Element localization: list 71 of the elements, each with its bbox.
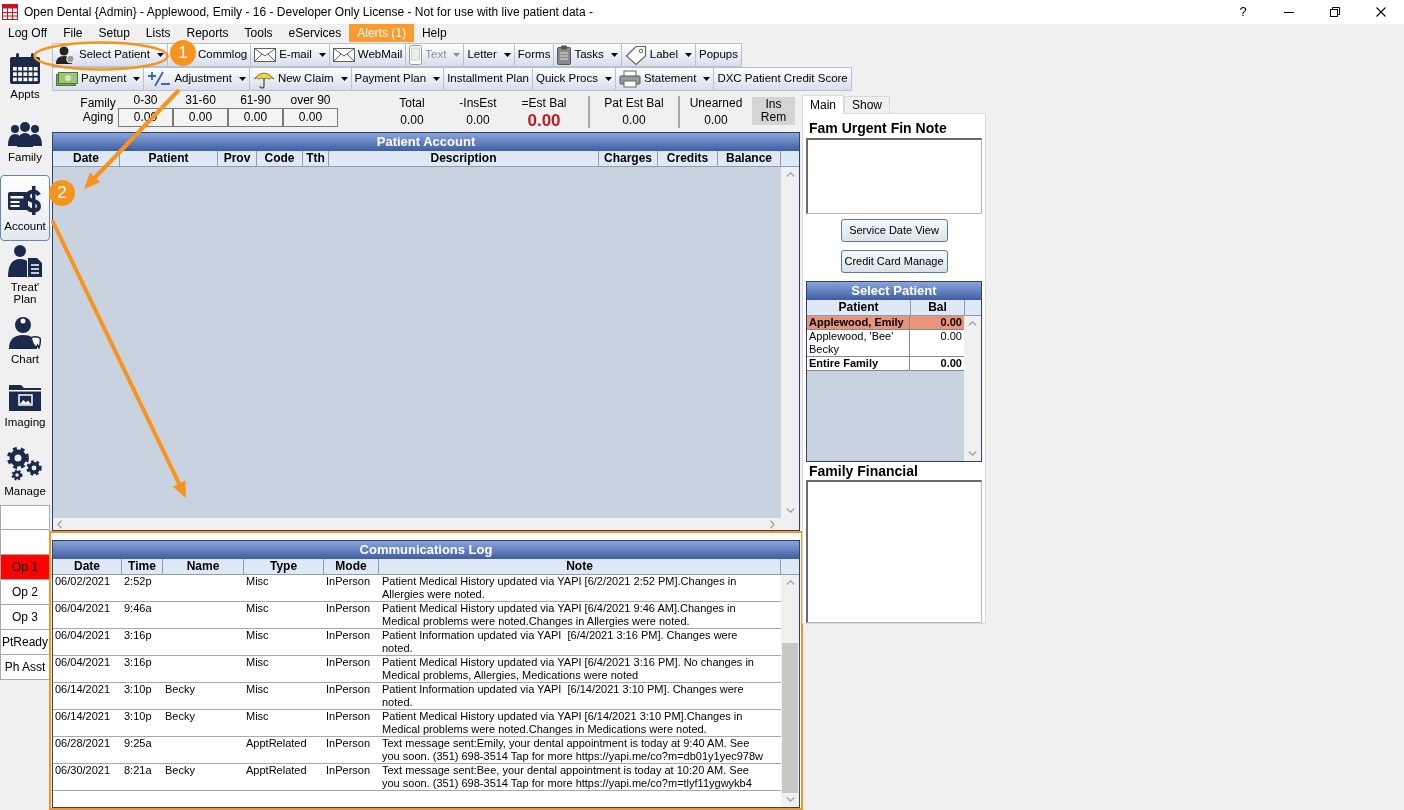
aging-field: 0.00 (173, 108, 228, 127)
aging-header: 31-60 (184, 93, 217, 108)
grid-title: Select Patient (807, 282, 981, 300)
table-cell-text: Patient Information updated via YAPI [6/14/2021 3:10 PM]. Changes were noted. (381, 683, 745, 709)
table-cell-text: Misc (245, 710, 270, 724)
table-cell-text: Misc (245, 629, 270, 643)
table-cell-text: InPerson (325, 710, 372, 724)
section-label: Family Financial (809, 463, 919, 479)
aging-field: 0.00 (283, 108, 338, 127)
table-cell-text: Misc (245, 683, 270, 697)
aging-header: over 90 (289, 93, 332, 108)
balance-label: Pat Est Bal (604, 96, 664, 110)
balance-label: -InsEst (459, 96, 497, 110)
table-cell-text: Text message sent:Emily, your dental appointment is today at 9:40 AM. See you soon. (351) 698-3514 Tap for more https://yapi.me/co?m=db01y1yec978w (381, 737, 765, 763)
table-cell-text: 06/30/2021 (54, 764, 112, 778)
table-cell-text: 8:21a (123, 764, 153, 778)
table-cell-text: Patient Medical History updated via YAPI [6/4/2021 9:46 AM].Changes in Medical problems were noted.Changes in Allergies were noted. (381, 602, 737, 628)
table-cell-text: InPerson (325, 764, 372, 778)
table-cell: Entire Family (807, 357, 910, 370)
table-cell-text: Text message sent:Bee, your dental appointment is today at 10:20 AM. See you soon. (351) 698-3514 Tap for more https://yapi.me/co?m=tlyf11ygwykb4 (381, 764, 753, 790)
table-cell-text: Patient Medical History updated via YAPI [6/14/2021 3:10 PM].Changes in Medical problems were noted.Changes in Medications were noted. (381, 710, 744, 736)
table-cell-text: 0.00 (939, 357, 963, 370)
aging-header: 0-30 (132, 93, 159, 108)
table-cell-text: 06/14/2021 (54, 683, 112, 697)
balance-value: 0.00 (527, 112, 561, 129)
table-cell-text: 9:46a (123, 602, 153, 616)
table-cell-text: Misc (245, 656, 270, 670)
table-cell-text: 3:16p (123, 656, 153, 670)
table-cell-text: 06/02/2021 (54, 575, 112, 589)
table-cell-text: Patient Information updated via YAPI [6/4/2021 3:16 PM]. Changes were noted. (381, 629, 739, 655)
aging-label: Family Aging (79, 95, 117, 124)
table-cell-text: InPerson (325, 629, 372, 643)
balance-value: 0.00 (622, 112, 646, 129)
grid-title: Patient Account (53, 133, 799, 151)
table-cell-text: Becky (164, 683, 196, 697)
table-cell-text: Patient Medical History updated via YAPI [6/2/2021 2:52 PM].Changes in Allergies were noted. (381, 575, 738, 601)
table-cell-text: 06/04/2021 (54, 656, 112, 670)
table-cell-text: 3:10p (123, 683, 153, 697)
table-cell-text: 06/14/2021 (54, 710, 112, 724)
balance-label: Total (399, 96, 425, 110)
table-cell-text: InPerson (325, 737, 372, 751)
balance-value: 0.00 (704, 112, 728, 129)
table-cell-text: 06/04/2021 (54, 629, 112, 643)
table-cell-text: ApptRelated (245, 764, 308, 778)
table-cell-text: 3:10p (123, 710, 153, 724)
table-cell-text: 06/28/2021 (54, 737, 112, 751)
table-cell: Applewood, 'Bee' Becky (807, 330, 910, 356)
table-cell-text: Misc (245, 602, 270, 616)
table-cell-text: InPerson (325, 656, 372, 670)
balance-label: Unearned (689, 96, 743, 110)
balance-value: 0.00 (466, 112, 490, 129)
table-cell-text: ApptRelated (245, 737, 308, 751)
table-cell-text: 06/04/2021 (54, 602, 112, 616)
table-cell-text: InPerson (325, 575, 372, 589)
table-cell-text: 2:52p (123, 575, 153, 589)
table-cell-text: Becky (164, 710, 196, 724)
table-cell-text: Becky (164, 764, 196, 778)
window-title: Open Dental {Admin} - Applewood, Emily - 16 - Developer Only License - Not for use with live patient data - (24, 4, 593, 20)
table-cell-text: 9:25a (123, 737, 153, 751)
balance-value: 0.00 (400, 112, 424, 129)
section-label: Fam Urgent Fin Note (809, 120, 948, 136)
grid-title: Communications Log (53, 541, 799, 559)
balance-label: =Est Bal (521, 96, 567, 110)
aging-header: 61-90 (239, 93, 272, 108)
table-cell-text: 3:16p (123, 629, 153, 643)
table-cell-text: 0.00 (939, 330, 963, 344)
table-cell-text: Misc (245, 575, 270, 589)
aging-field: 0.00 (228, 108, 283, 127)
table-cell-text: Patient Medical History updated via YAPI [6/4/2021 3:16 PM]. No changes in Medical problems, Allergies, Medications were noted (381, 656, 755, 682)
table-cell-text: InPerson (325, 602, 372, 616)
table-cell-text: InPerson (325, 683, 372, 697)
